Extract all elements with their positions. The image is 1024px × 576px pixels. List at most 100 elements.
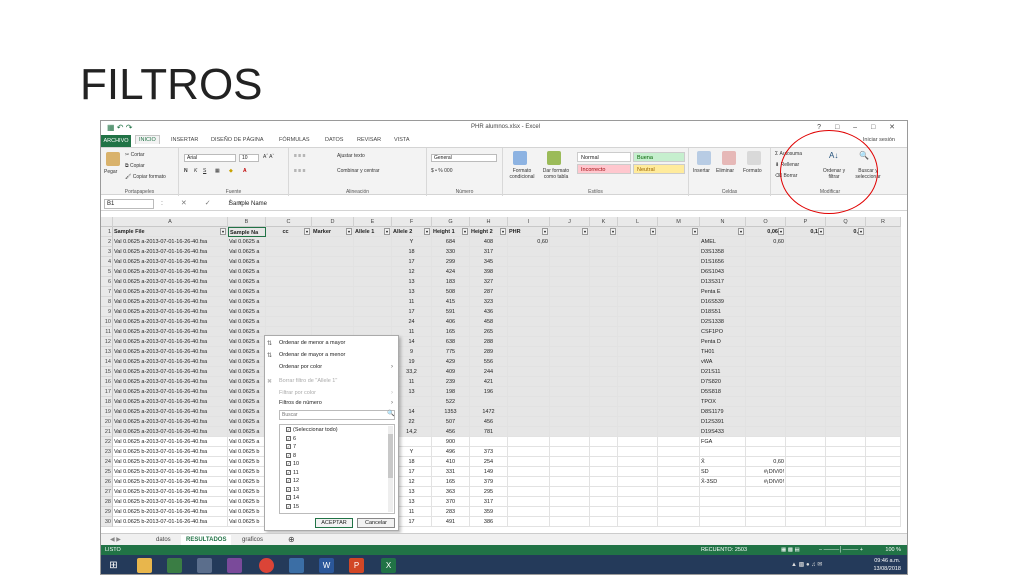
table-cell[interactable]: [866, 267, 901, 277]
table-cell[interactable]: [618, 307, 658, 317]
table-cell[interactable]: [508, 367, 550, 377]
table-cell[interactable]: [312, 287, 354, 297]
table-cell[interactable]: [826, 387, 866, 397]
table-cell[interactable]: [550, 377, 590, 387]
table-cell[interactable]: [866, 247, 901, 257]
table-cell[interactable]: Val 0.0625 a: [228, 317, 266, 327]
filter-dropdown-icon[interactable]: ▾: [500, 228, 506, 235]
row-number[interactable]: 21: [101, 427, 113, 437]
list-scrollbar[interactable]: [388, 426, 393, 512]
table-cell[interactable]: [508, 337, 550, 347]
table-cell[interactable]: Val 0.0625 a: [228, 377, 266, 387]
sign-in-link[interactable]: Iniciar sesión: [863, 137, 895, 143]
table-cell[interactable]: [786, 427, 826, 437]
column-header-j[interactable]: J: [550, 217, 590, 227]
table-cell[interactable]: [746, 297, 786, 307]
header-cc[interactable]: cc ▾: [266, 227, 312, 237]
table-cell[interactable]: [786, 347, 826, 357]
table-cell[interactable]: Val 0.0625 a: [228, 247, 266, 257]
table-cell[interactable]: [826, 457, 866, 467]
cancel-button[interactable]: Cancelar: [357, 518, 395, 528]
table-cell[interactable]: D6S1043: [700, 267, 746, 277]
start-icon[interactable]: ⊞: [106, 558, 121, 573]
row-number[interactable]: 12: [101, 337, 113, 347]
table-cell[interactable]: 12: [392, 267, 432, 277]
table-cell[interactable]: 1353: [432, 407, 470, 417]
tab-revisar[interactable]: REVISAR: [357, 137, 381, 143]
table-cell[interactable]: [590, 247, 618, 257]
row-number[interactable]: 26: [101, 477, 113, 487]
column-header-m[interactable]: M: [658, 217, 700, 227]
formula-input[interactable]: Sample Name: [229, 199, 267, 209]
table-cell[interactable]: Val 0.0625 a: [228, 437, 266, 447]
table-cell[interactable]: [746, 337, 786, 347]
quick-access-toolbar[interactable]: ▦ ↶ ↷: [107, 123, 132, 132]
checkbox-checked-icon[interactable]: ✓: [286, 435, 291, 441]
table-cell[interactable]: [354, 267, 392, 277]
table-cell[interactable]: [746, 317, 786, 327]
header-q[interactable]: 0, ▾: [826, 227, 866, 237]
table-cell[interactable]: [746, 277, 786, 287]
table-cell[interactable]: Val 0.0625 a-2013-07-01-16-26-40.fsa: [113, 427, 228, 437]
table-cell[interactable]: [786, 417, 826, 427]
table-cell[interactable]: [866, 277, 901, 287]
row-number[interactable]: 20: [101, 417, 113, 427]
table-cell[interactable]: [312, 277, 354, 287]
checkbox-checked-icon[interactable]: ✓: [286, 478, 291, 484]
table-cell[interactable]: [826, 347, 866, 357]
table-cell[interactable]: 244: [470, 367, 508, 377]
paste-button[interactable]: Pegar: [104, 169, 117, 175]
zoom-slider[interactable]: – ────│──── +: [819, 545, 863, 555]
column-header-i[interactable]: I: [508, 217, 550, 227]
table-cell[interactable]: [658, 497, 700, 507]
row-number[interactable]: 1: [101, 227, 113, 237]
table-cell[interactable]: [866, 477, 901, 487]
table-cell[interactable]: Val 0.0625 b-2013-07-01-16-26-40.fsa: [113, 507, 228, 517]
table-cell[interactable]: [866, 337, 901, 347]
column-header-g[interactable]: G: [432, 217, 470, 227]
table-cell[interactable]: [746, 287, 786, 297]
table-cell[interactable]: [746, 347, 786, 357]
filter-value-checkbox[interactable]: ✓ 8: [286, 453, 296, 459]
column-header-r[interactable]: R: [866, 217, 901, 227]
table-cell[interactable]: [590, 337, 618, 347]
table-cell[interactable]: [618, 447, 658, 457]
format-as-table-icon[interactable]: [547, 151, 561, 165]
copy-button[interactable]: ⧉ Copiar: [125, 163, 145, 169]
table-cell[interactable]: Val 0.0625 a-2013-07-01-16-26-40.fsa: [113, 357, 228, 367]
table-cell[interactable]: [866, 297, 901, 307]
table-cell[interactable]: [508, 297, 550, 307]
filter-dropdown-icon[interactable]: ▾: [778, 228, 784, 235]
table-cell[interactable]: [590, 477, 618, 487]
tab-inicio[interactable]: INICIO: [135, 135, 160, 144]
row-number[interactable]: 27: [101, 487, 113, 497]
table-cell[interactable]: [786, 317, 826, 327]
table-cell[interactable]: 283: [432, 507, 470, 517]
table-cell[interactable]: Val 0.0625 b: [228, 477, 266, 487]
table-cell[interactable]: [826, 287, 866, 297]
table-cell[interactable]: 359: [470, 507, 508, 517]
table-cell[interactable]: [826, 337, 866, 347]
table-cell[interactable]: [550, 447, 590, 457]
filter-value-checkbox[interactable]: ✓ 10: [286, 461, 299, 467]
table-cell[interactable]: Val 0.0625 b: [228, 487, 266, 497]
column-header-p[interactable]: P: [786, 217, 826, 227]
table-cell[interactable]: [550, 267, 590, 277]
checkbox-checked-icon[interactable]: ✓: [286, 452, 291, 458]
table-cell[interactable]: 24: [392, 317, 432, 327]
table-cell[interactable]: [658, 387, 700, 397]
table-cell[interactable]: Penta D: [700, 337, 746, 347]
table-cell[interactable]: Val 0.0625 a: [228, 257, 266, 267]
table-cell[interactable]: [354, 307, 392, 317]
filter-by-color-item[interactable]: Filtrar por color: [279, 390, 316, 396]
table-cell[interactable]: [786, 377, 826, 387]
number-filters-item[interactable]: Filtros de número: [279, 400, 322, 406]
table-cell[interactable]: [658, 467, 700, 477]
table-cell[interactable]: [550, 397, 590, 407]
table-cell[interactable]: [866, 237, 901, 247]
table-cell[interactable]: [746, 257, 786, 267]
table-cell[interactable]: Val 0.0625 a: [228, 277, 266, 287]
table-cell[interactable]: [866, 417, 901, 427]
tab-insertar[interactable]: INSERTAR: [171, 137, 198, 143]
table-cell[interactable]: 289: [470, 347, 508, 357]
